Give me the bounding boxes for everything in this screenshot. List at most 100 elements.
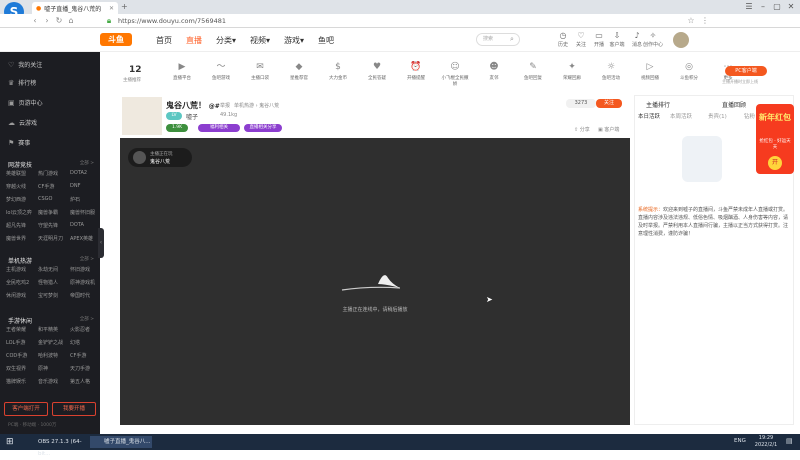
- sidebar-game-link[interactable]: 原神游戏机: [70, 279, 95, 286]
- sidebar-game-link[interactable]: 音乐游戏: [38, 378, 58, 385]
- sidebar-game-link[interactable]: 和平精英: [38, 326, 58, 333]
- douyu-logo[interactable]: 斗鱼: [100, 33, 132, 46]
- sidebar-game-link[interactable]: 超凡先锋: [6, 222, 26, 229]
- nav-live[interactable]: 直播: [186, 35, 202, 46]
- nav-fishbar[interactable]: 鱼吧: [318, 35, 334, 46]
- category-item[interactable]: $ 大力金币: [323, 61, 353, 81]
- category-item[interactable]: ✦ 荣耀回廊: [557, 61, 587, 81]
- sidebar-game-link[interactable]: 英雄联盟: [6, 170, 26, 177]
- refresh-icon[interactable]: ↻: [54, 16, 64, 26]
- category-item[interactable]: ☺ 小飞棍全民撒娇: [440, 61, 470, 87]
- sidebar-game-link[interactable]: 火影忍者: [70, 326, 90, 333]
- clock-time[interactable]: 19:29: [752, 435, 780, 441]
- category-item[interactable]: ◆ 星推荐官: [284, 61, 314, 81]
- sidebar-game-link[interactable]: 炉石: [70, 196, 80, 203]
- sidebar-game-link[interactable]: 魔兽争霸: [38, 209, 58, 216]
- open-red-packet-button[interactable]: 开: [768, 156, 782, 170]
- sidebar-game-link[interactable]: 双生视界: [6, 365, 26, 372]
- category-item[interactable]: 〜鱼吧游戏: [206, 61, 236, 81]
- replay-tab[interactable]: 直播回顾: [722, 100, 746, 109]
- taskbar-browser[interactable]: 嘘子直播_鬼谷八...: [90, 436, 152, 448]
- sidebar-game-link[interactable]: 守望先锋: [38, 222, 58, 229]
- section-more-online[interactable]: 全部 >: [80, 160, 94, 166]
- home-icon[interactable]: ⌂: [66, 16, 76, 26]
- sidebar-game-link[interactable]: 猫牌娱乐: [6, 378, 26, 385]
- nav-category[interactable]: 分类▾: [216, 35, 236, 46]
- sidebar-game-link[interactable]: 怀旧游戏: [70, 266, 90, 273]
- forward-icon[interactable]: ›: [42, 16, 52, 26]
- sidebar-game-link[interactable]: 金铲铲之战: [38, 339, 63, 346]
- nav-video[interactable]: 视频▾: [250, 35, 270, 46]
- taskbar-obs[interactable]: OBS 27.1.3 (64-bit...: [24, 436, 86, 457]
- video-game-tag[interactable]: 主播正在玩 鬼谷八荒: [128, 148, 192, 167]
- window-maximize-button[interactable]: ▢: [770, 1, 784, 13]
- sidebar-game-link[interactable]: COD手游: [6, 352, 27, 359]
- sidebar-game-link[interactable]: DOTA2: [70, 170, 87, 176]
- sidebar-game-link[interactable]: 哈利波特: [38, 352, 58, 359]
- sidebar-game-link[interactable]: 魔兽怀旧服: [70, 209, 95, 216]
- open-client-button[interactable]: 客户端打开: [4, 402, 48, 416]
- sidebar-item-webgames[interactable]: ▣ 页游中心: [8, 98, 43, 108]
- category-item[interactable]: ⏰ 开播提醒: [401, 61, 431, 81]
- room-category-breadcrumb[interactable]: 单机热游 › 鬼谷八荒: [234, 102, 279, 109]
- tag-live-share[interactable]: 直播相关分享: [244, 124, 282, 132]
- tab-daily-active[interactable]: 本日活跃: [638, 112, 660, 120]
- streamer-avatar[interactable]: [122, 97, 162, 135]
- sidebar-game-link[interactable]: 梦幻西游: [6, 196, 26, 203]
- sidebar-collapse-handle[interactable]: ‹: [98, 228, 104, 258]
- tag-badge[interactable]: 1.9K: [166, 124, 188, 132]
- category-item[interactable]: ✉ 主播口袋: [245, 61, 275, 81]
- category-item[interactable]: ▷ 视频回播: [635, 61, 665, 81]
- client-open-button[interactable]: ▣ 客户端: [598, 126, 619, 133]
- window-settings-icon[interactable]: ☰: [742, 1, 756, 13]
- sidebar-game-link[interactable]: 休闲游戏: [6, 292, 26, 299]
- sidebar-item-esports[interactable]: ⚑ 赛事: [8, 138, 30, 148]
- rank-tab[interactable]: 主播排行: [646, 100, 670, 109]
- sidebar-game-link[interactable]: DNF: [70, 183, 80, 189]
- sidebar-game-link[interactable]: 全民吃鸡2: [6, 279, 29, 286]
- streamer-name[interactable]: 嘘子: [186, 112, 198, 121]
- red-packet-promo[interactable]: 新年红包 抢红包 · 好运天天 开: [756, 104, 794, 174]
- windows-start-icon[interactable]: ⊞: [6, 437, 14, 447]
- back-icon[interactable]: ‹: [30, 16, 40, 26]
- sidebar-game-link[interactable]: 帝国时代: [70, 292, 90, 299]
- tab-close-icon[interactable]: ✕: [109, 5, 114, 12]
- category-item[interactable]: ♥ 全民答疑: [362, 61, 392, 81]
- search-icon[interactable]: ⌕: [510, 35, 514, 44]
- sidebar-game-link[interactable]: 天涯明月刀: [38, 235, 63, 242]
- sidebar-game-link[interactable]: 天刀手游: [70, 365, 90, 372]
- sidebar-game-link[interactable]: 第五人格: [70, 378, 90, 385]
- category-item[interactable]: ✎ 鱼吧回复: [518, 61, 548, 81]
- sidebar-game-link[interactable]: 永劫无间: [38, 266, 58, 273]
- input-language[interactable]: ENG: [734, 438, 746, 444]
- sidebar-game-link[interactable]: CF手游: [70, 352, 86, 359]
- sidebar-game-link[interactable]: APEX英雄: [70, 235, 93, 242]
- client-button[interactable]: ⇩ 客户端: [606, 31, 628, 48]
- sidebar-game-link[interactable]: 主机游戏: [6, 266, 26, 273]
- sidebar-item-follow[interactable]: ♡ 我的关注: [8, 60, 42, 70]
- nav-home[interactable]: 首页: [156, 35, 172, 46]
- sidebar-game-link[interactable]: CF手游: [38, 183, 54, 190]
- bookmark-icon[interactable]: ☆: [686, 16, 696, 26]
- sidebar-game-link[interactable]: 热门游戏: [38, 170, 58, 177]
- category-item[interactable]: ☻ 友邻: [479, 61, 509, 81]
- sidebar-game-link[interactable]: 魔兽世界: [6, 235, 26, 242]
- new-tab-button[interactable]: +: [121, 2, 128, 11]
- url-input[interactable]: https://www.douyu.com/7569481: [118, 16, 678, 26]
- tab-vip[interactable]: 贵宾(1): [708, 112, 727, 120]
- sidebar-game-link[interactable]: LOL手游: [6, 339, 25, 346]
- sidebar-game-link[interactable]: 穿越火线: [6, 183, 26, 190]
- tab-diamond-fans[interactable]: 钻粉: [744, 112, 755, 120]
- clock-date[interactable]: 2022/2/1: [750, 442, 782, 448]
- creator-center-button[interactable]: ✧ 创作中心: [642, 31, 664, 48]
- tag-welfare[interactable]: 福利相关: [198, 124, 240, 132]
- browser-tab[interactable]: ● 嘘子直播_鬼谷八荒的 ✕: [32, 2, 118, 14]
- pc-client-badge[interactable]: PC客户端: [725, 66, 767, 76]
- section-more-single[interactable]: 全部 >: [80, 256, 94, 262]
- nav-games[interactable]: 游戏▾: [284, 35, 304, 46]
- sidebar-item-rank[interactable]: ♛ 排行榜: [8, 78, 36, 88]
- sidebar-game-link[interactable]: CSGO: [38, 196, 52, 202]
- window-minimize-button[interactable]: –: [756, 1, 770, 13]
- sidebar-game-link[interactable]: 原神: [38, 365, 48, 372]
- report-link[interactable]: 举报: [220, 102, 230, 109]
